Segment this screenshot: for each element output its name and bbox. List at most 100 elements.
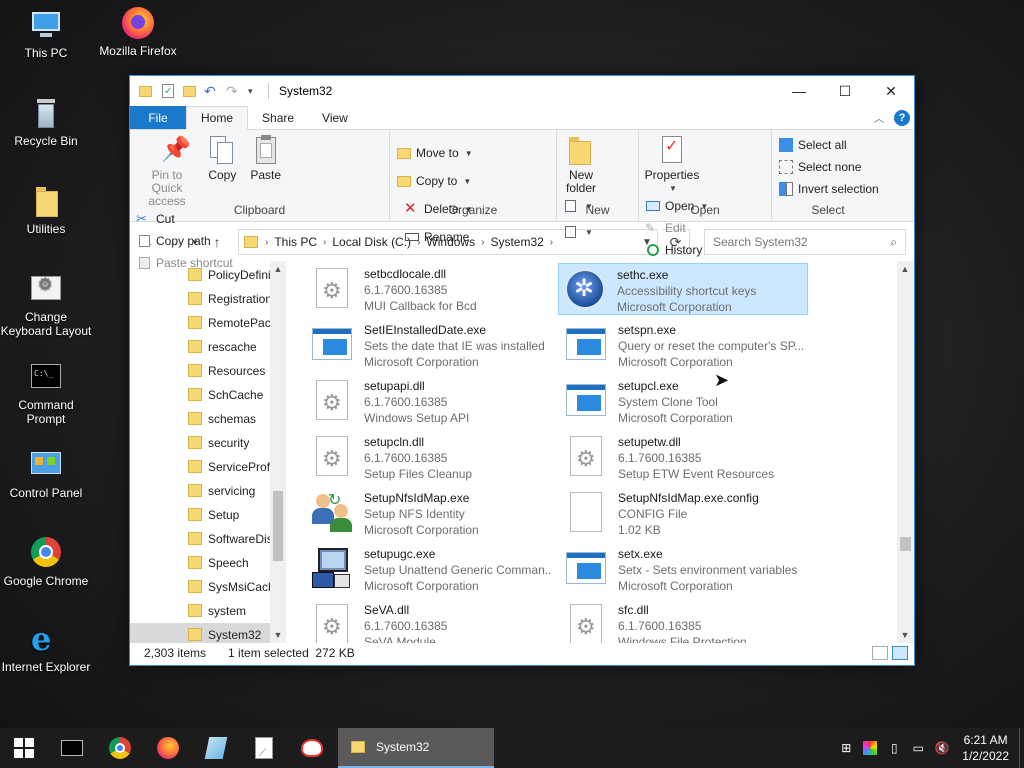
taskbar-chrome[interactable] <box>96 728 144 768</box>
nav-item-folder[interactable]: Resources <box>130 359 272 383</box>
move-to-label: Move to <box>416 146 459 160</box>
desktop-icon-utilities[interactable]: Utilities <box>0 184 92 236</box>
nav-item-folder[interactable]: SoftwareDis <box>130 527 272 551</box>
select-none-button[interactable]: Select none <box>778 158 879 176</box>
battery-icon[interactable]: ▭ <box>906 728 930 768</box>
show-desktop-button[interactable] <box>1019 728 1024 768</box>
color-app-icon[interactable] <box>858 728 882 768</box>
select-all-button[interactable]: Select all <box>778 136 879 154</box>
desktop-icon-internet-explorer[interactable]: e Internet Explorer <box>0 622 92 674</box>
file-item[interactable]: setupcl.exe System Clone Tool Microsoft Co… <box>560 375 810 427</box>
nav-item-folder[interactable]: ServiceProfi <box>130 455 272 479</box>
nav-item-folder[interactable]: system <box>130 599 272 623</box>
move-to-button[interactable]: Move to ▼ <box>396 144 473 162</box>
desktop-icon-control-panel[interactable]: Control Panel <box>0 448 92 500</box>
volume-muted-icon[interactable]: 🔇 <box>930 728 954 768</box>
large-icons-view-icon[interactable] <box>892 646 908 660</box>
maximize-button[interactable]: ☐ <box>822 76 868 106</box>
file-item[interactable]: setbcdlocale.dll 6.1.7600.16385 MUI Callba… <box>306 263 556 315</box>
properties-check-icon[interactable]: ✓ <box>160 83 176 99</box>
details-view-icon[interactable] <box>872 646 888 660</box>
file-item[interactable]: SetIEInstalledDate.exe Sets the date that… <box>306 319 556 371</box>
nav-item-folder[interactable]: Speech <box>130 551 272 575</box>
scroll-up-icon[interactable]: ▲ <box>270 261 286 277</box>
nav-item-folder-selected[interactable]: System32 <box>130 623 272 643</box>
search-box[interactable]: ⌕ <box>704 229 906 255</box>
copy-to-button[interactable]: Copy to ▼ <box>396 172 473 190</box>
nav-item-folder[interactable]: RemotePack <box>130 311 272 335</box>
customize-toolbar-icon[interactable]: ▾ <box>248 83 264 99</box>
redo-icon[interactable]: ↷ <box>226 83 242 99</box>
close-button[interactable]: ✕ <box>868 76 914 106</box>
file-pane-scrollbar[interactable]: ▲ ▼ <box>897 261 914 643</box>
tab-home[interactable]: Home <box>186 106 249 130</box>
tab-view[interactable]: View <box>308 106 362 129</box>
rename-button[interactable]: Rename <box>404 228 473 246</box>
pin-quick-access-button[interactable]: 📌 Pin to Quick access <box>136 134 198 208</box>
file-item[interactable]: setupcln.dll 6.1.7600.16385 Setup Files Cl… <box>306 431 556 483</box>
paste-button[interactable]: Paste <box>247 134 285 182</box>
nav-item-folder[interactable]: security <box>130 431 272 455</box>
desktop-icon-chrome[interactable]: Google Chrome <box>0 536 92 588</box>
search-input[interactable] <box>713 235 891 249</box>
nav-item-folder[interactable]: schemas <box>130 407 272 431</box>
copy-path-button[interactable]: Copy path <box>136 232 233 250</box>
desktop-icon-this-pc[interactable]: This PC <box>0 8 92 60</box>
taskbar-explorer-window[interactable]: System32 <box>338 728 494 768</box>
tab-file[interactable]: File <box>130 106 186 129</box>
copy-button[interactable]: Copy <box>203 134 241 182</box>
scroll-up-icon[interactable]: ▲ <box>897 261 913 277</box>
breadcrumb-this-pc[interactable]: This PC <box>274 235 317 249</box>
easy-access-button[interactable]: ▼ <box>563 223 593 241</box>
start-button[interactable] <box>0 728 48 768</box>
history-button[interactable]: History <box>645 241 708 259</box>
nav-item-folder[interactable]: Registration <box>130 287 272 311</box>
edit-button[interactable]: ✎ Edit <box>645 219 708 237</box>
collapse-ribbon-icon[interactable]: ︿ <box>874 110 884 125</box>
nav-scroll-thumb[interactable] <box>273 491 283 561</box>
nav-pane-scrollbar[interactable]: ▲ ▼ <box>270 261 286 643</box>
new-folder-icon[interactable] <box>182 83 198 99</box>
tab-share[interactable]: Share <box>248 106 308 129</box>
desktop-icon-firefox[interactable]: Mozilla Firefox <box>92 6 184 58</box>
network-icon[interactable]: ⊞ <box>834 728 858 768</box>
taskbar-editor-app[interactable]: ⟋ <box>240 728 288 768</box>
folder-icon <box>188 556 202 569</box>
desktop-icon-command-prompt[interactable]: C:\_ Command Prompt <box>0 360 92 426</box>
file-detail: 6.1.7600.16385 <box>618 619 702 633</box>
file-item[interactable]: setupapi.dll 6.1.7600.16385 Windows Setup … <box>306 375 556 427</box>
undo-icon[interactable]: ↶ <box>204 83 220 99</box>
nav-item-folder[interactable]: PolicyDefini <box>130 263 272 287</box>
taskbar-paint-app[interactable] <box>288 728 336 768</box>
properties-button[interactable]: ✓ Properties ▼ <box>645 134 699 195</box>
invert-selection-button[interactable]: Invert selection <box>778 180 879 198</box>
file-item[interactable]: ↻ SetupNfsIdMap.exe Setup NFS Identity Mic… <box>306 487 556 539</box>
file-item[interactable]: SetupNfsIdMap.exe.config CONFIG File 1.02 … <box>560 487 810 539</box>
file-item[interactable]: setx.exe Setx - Sets environment variable… <box>560 543 810 595</box>
desktop-icon-change-keyboard[interactable]: ⚙ Change Keyboard Layout <box>0 272 92 338</box>
file-item[interactable]: SeVA.dll6.1.7600.16385SeVA Module <box>306 599 556 643</box>
file-item[interactable]: setupugc.exe Setup Unattend Generic Comma… <box>306 543 556 595</box>
desktop-icon-recycle-bin[interactable]: Recycle Bin <box>0 96 92 148</box>
file-item[interactable]: setspn.exe Query or reset the computer's … <box>560 319 810 371</box>
taskbar-command-prompt[interactable] <box>48 728 96 768</box>
breadcrumb-system32[interactable]: System32 <box>490 235 543 249</box>
clock[interactable]: 6:21 AM 1/2/2022 <box>954 732 1019 764</box>
new-folder-button[interactable]: New folder <box>563 134 599 195</box>
usb-icon[interactable]: ▯ <box>882 728 906 768</box>
nav-item-folder[interactable]: SchCache <box>130 383 272 407</box>
file-item-selected[interactable]: ✲ sethc.exe Accessibility shortcut keys Mi… <box>558 263 808 315</box>
taskbar-notes-app[interactable] <box>192 728 240 768</box>
file-name: setx.exe <box>618 547 663 561</box>
minimize-button[interactable]: — <box>776 76 822 106</box>
nav-item-folder[interactable]: servicing <box>130 479 272 503</box>
taskbar-firefox[interactable] <box>144 728 192 768</box>
help-icon[interactable]: ? <box>894 109 910 126</box>
file-item[interactable]: setupetw.dll 6.1.7600.16385 Setup ETW Even… <box>560 431 810 483</box>
nav-item-folder[interactable]: SysMsiCach <box>130 575 272 599</box>
nav-item-folder[interactable]: rescache <box>130 335 272 359</box>
title-bar[interactable]: ✓ ↶ ↷ ▾ System32 — ☐ ✕ <box>130 76 914 106</box>
nav-item-folder[interactable]: Setup <box>130 503 272 527</box>
file-scroll-thumb[interactable] <box>900 537 911 551</box>
file-item[interactable]: sfc.dll6.1.7600.16385Windows File Protec… <box>560 599 810 643</box>
